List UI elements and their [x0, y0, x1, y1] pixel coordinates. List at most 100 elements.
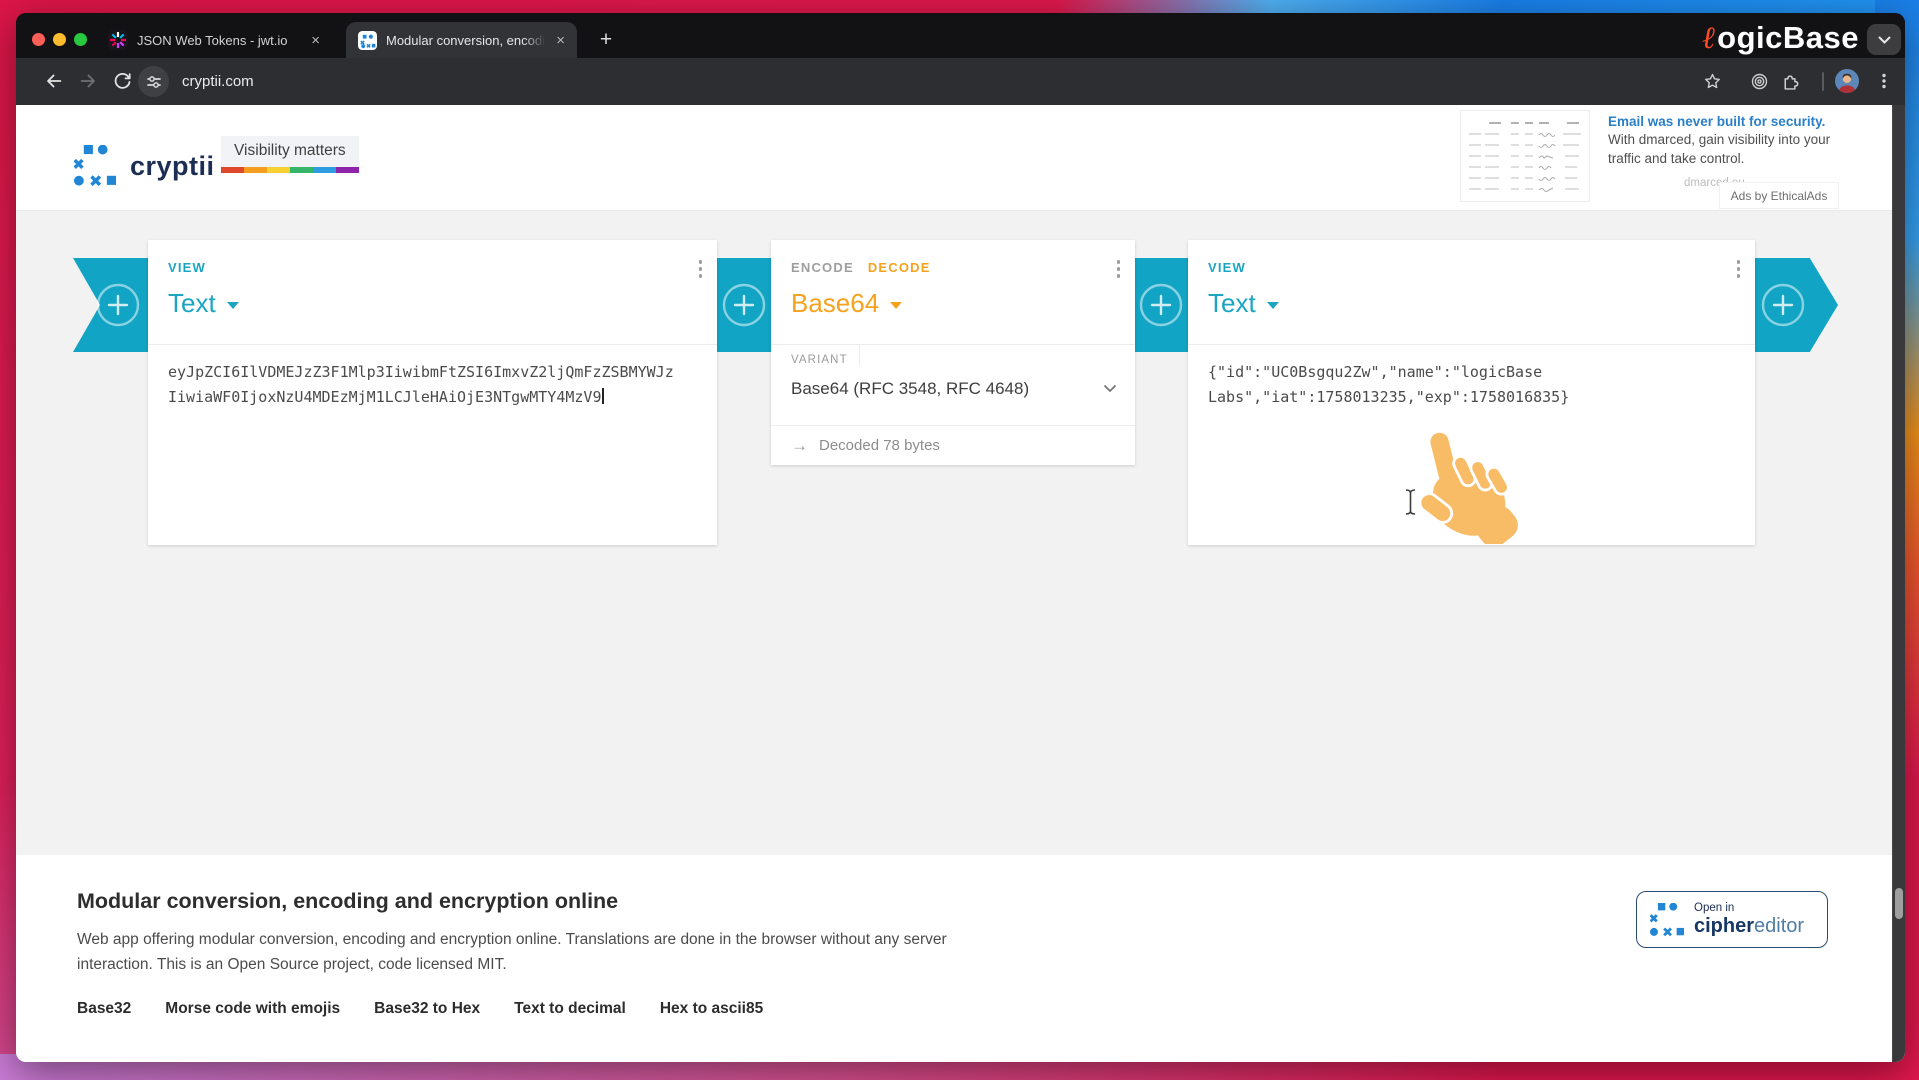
scrollbar-thumb[interactable]	[1895, 888, 1903, 919]
format-selector[interactable]: Text	[1208, 288, 1735, 319]
profile-avatar[interactable]	[1835, 69, 1859, 93]
footer-link-text-to-decimal[interactable]: Text to decimal	[514, 1000, 626, 1018]
new-tab-button[interactable]: +	[592, 26, 620, 54]
brick-menu-button[interactable]	[699, 260, 703, 278]
cryptii-page: cryptii Visibility matters	[16, 105, 1905, 1062]
ciphereditor-icon	[1650, 903, 1684, 937]
encoder-brick: ENCODE DECODE Base64 VARIANT Base64 (RFC …	[771, 240, 1135, 465]
variant-label: VARIANT	[791, 354, 848, 366]
method-selector[interactable]: Base64	[791, 288, 1115, 319]
open-in-ciphereditor-button[interactable]: Open in ciphereditor	[1636, 891, 1828, 948]
puzzle-icon	[1780, 71, 1801, 92]
method-selected: Base64	[791, 288, 879, 319]
dropdown-caret-icon	[1267, 302, 1279, 309]
tagline-block: Visibility matters	[221, 136, 359, 173]
chevron-down-icon	[1103, 384, 1117, 393]
ciphereditor-wordmark: ciphereditor	[1694, 915, 1804, 937]
tab-bar: JSON Web Tokens - jwt.io × Modular conve…	[16, 13, 1905, 58]
text-content-area[interactable]: eyJpZCI6IlVDMEJzZ3F1Mlp3IiwibmFtZSI6Imxv…	[148, 345, 717, 425]
rainbow-bar	[221, 167, 359, 173]
footer-heading: Modular conversion, encoding and encrypt…	[77, 889, 618, 914]
arrow-right-icon: →	[791, 436, 808, 456]
add-brick-button[interactable]	[722, 283, 766, 327]
format-selected: Text	[168, 288, 216, 319]
concentric-circles-icon	[1749, 71, 1770, 92]
footer-link-morse-emojis[interactable]: Morse code with emojis	[165, 1000, 340, 1018]
view-brick-left: VIEW Text eyJpZCI6IlVDMEJzZ3F1Mlp3Iiwibm…	[148, 240, 717, 545]
extension-target-button[interactable]	[1747, 69, 1771, 93]
wordmark-bold: cipher	[1694, 915, 1754, 937]
footer-links: Base32 Morse code with emojis Base32 to …	[77, 1000, 763, 1018]
tab-close-icon[interactable]: ×	[554, 33, 567, 48]
dropdown-caret-icon	[890, 302, 902, 309]
status-row: → Decoded 78 bytes	[771, 425, 1135, 465]
brick-menu-button[interactable]	[1117, 260, 1121, 278]
cryptii-favicon	[358, 31, 377, 50]
site-info-button[interactable]	[138, 66, 169, 97]
encode-tab[interactable]: ENCODE	[791, 260, 854, 275]
star-icon	[1702, 71, 1723, 92]
content-line: {"id":"UC0Bsgqu2Zw","name":"logicBase	[1208, 360, 1735, 385]
ad-body-line1: With dmarced, gain visibility into your	[1608, 131, 1838, 150]
forward-icon	[77, 70, 99, 92]
wordmark-light: editor	[1754, 915, 1804, 937]
brick-header: VIEW Text	[148, 240, 717, 345]
variant-notch-divider	[859, 345, 860, 366]
decode-tab[interactable]: DECODE	[868, 260, 931, 275]
reload-button[interactable]	[110, 69, 134, 93]
ad-headline[interactable]: Email was never built for security.	[1608, 113, 1838, 131]
address-bar-url[interactable]: cryptii.com	[182, 58, 254, 105]
brand-wordmark: cryptii	[130, 151, 215, 182]
tab-title: Modular conversion, encodin	[386, 33, 545, 48]
footer-link-base32[interactable]: Base32	[77, 1000, 131, 1018]
footer-description: Web app offering modular conversion, enc…	[77, 928, 997, 977]
ad-copy[interactable]: Email was never built for security. With…	[1608, 113, 1838, 168]
cryptii-logo[interactable]: cryptii	[74, 145, 215, 187]
content-line: Labs","iat":1758013235,"exp":1758016835}	[1208, 385, 1735, 410]
variant-value[interactable]: Base64 (RFC 3548, RFC 4648)	[791, 379, 1029, 399]
ad-thumbnail[interactable]	[1460, 110, 1590, 202]
back-button[interactable]	[42, 69, 66, 93]
window-zoom-button[interactable]	[74, 33, 87, 46]
logicbase-watermark: ℓogicBase	[1702, 20, 1859, 56]
brick-menu-button[interactable]	[1737, 260, 1741, 278]
browser-menu-button[interactable]	[1872, 69, 1896, 93]
site-header: cryptii Visibility matters	[16, 105, 1905, 211]
brick-kind-label: VIEW	[168, 260, 697, 275]
watermark-lead: ℓ	[1702, 20, 1717, 56]
extensions-button[interactable]	[1778, 69, 1802, 93]
watermark-rest: ogicBase	[1717, 20, 1859, 55]
pointing-hand-cursor	[1410, 432, 1528, 544]
content-line-text: IiwiaWF0IjoxNzU4MDEzMjM1LCJleHAiOjE3NTgw…	[168, 388, 601, 406]
add-brick-button[interactable]	[1761, 283, 1805, 327]
window-close-button[interactable]	[32, 33, 45, 46]
back-icon	[43, 70, 65, 92]
ad-network-label[interactable]: Ads by EthicalAds	[1720, 183, 1838, 208]
text-content-area[interactable]: {"id":"UC0Bsgqu2Zw","name":"logicBase La…	[1188, 345, 1755, 425]
variant-field[interactable]: VARIANT Base64 (RFC 3548, RFC 4648)	[771, 345, 1135, 425]
ad-table-image	[1461, 111, 1589, 201]
brick-kind-label: VIEW	[1208, 260, 1735, 275]
status-text: Decoded 78 bytes	[819, 437, 940, 454]
tab-close-icon[interactable]: ×	[309, 33, 322, 48]
chevron-down-icon	[1878, 36, 1891, 44]
window-minimize-button[interactable]	[53, 33, 66, 46]
ad-body-line2: traffic and take control.	[1608, 150, 1838, 169]
page-footer: Modular conversion, encoding and encrypt…	[16, 855, 1905, 1062]
bookmark-button[interactable]	[1700, 69, 1724, 93]
page-scrollbar[interactable]	[1892, 105, 1905, 1062]
forward-button[interactable]	[76, 69, 100, 93]
format-selected: Text	[1208, 288, 1256, 319]
tab-cryptii-active[interactable]: Modular conversion, encodin ×	[346, 22, 577, 58]
add-brick-button[interactable]	[1139, 283, 1183, 327]
browser-toolbar: cryptii.com	[16, 58, 1905, 105]
watermark-chevron-button[interactable]	[1867, 24, 1901, 55]
add-brick-button[interactable]	[96, 283, 140, 327]
content-line: eyJpZCI6IlVDMEJzZ3F1Mlp3IiwibmFtZSI6Imxv…	[168, 360, 697, 385]
browser-window: JSON Web Tokens - jwt.io × Modular conve…	[16, 13, 1905, 1062]
footer-link-base32-to-hex[interactable]: Base32 to Hex	[374, 1000, 480, 1018]
footer-link-hex-to-ascii85[interactable]: Hex to ascii85	[660, 1000, 763, 1018]
tab-jwt-io[interactable]: JSON Web Tokens - jwt.io ×	[96, 22, 332, 58]
format-selector[interactable]: Text	[168, 288, 697, 319]
content-line: IiwiaWF0IjoxNzU4MDEzMjM1LCJleHAiOjE3NTgw…	[168, 385, 697, 410]
